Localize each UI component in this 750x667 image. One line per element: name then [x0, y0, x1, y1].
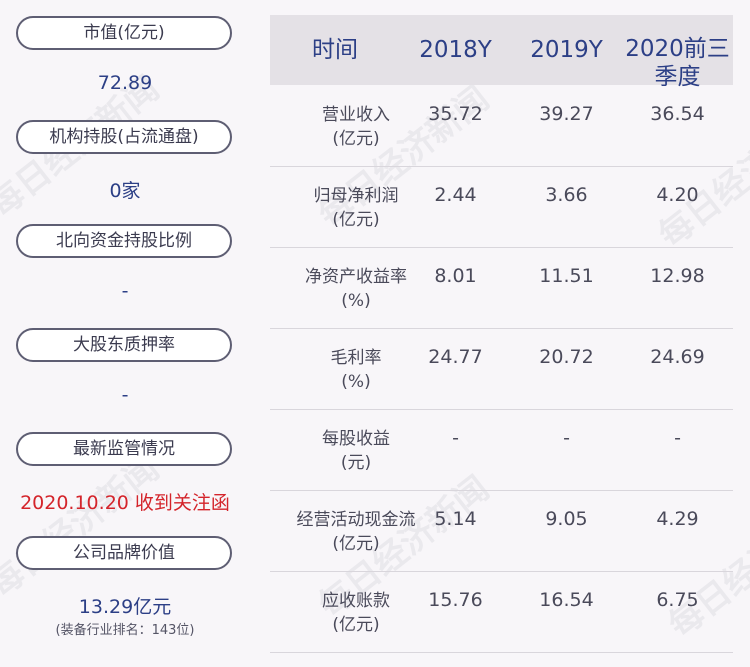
cell-2020q3: 6.75	[656, 589, 699, 611]
table-row: 毛利率 (%) 24.77 20.72 24.69	[270, 328, 733, 410]
table-row: 应收账款 (亿元) 15.76 16.54 6.75	[270, 571, 733, 653]
header-2020q3: 2020前三季度	[625, 36, 730, 90]
cell-2019: 9.05	[545, 508, 588, 530]
header-2019: 2019Y	[530, 37, 603, 63]
cell-2020q3: 4.20	[656, 184, 699, 206]
pledge-rate-label: 大股东质押率	[16, 328, 232, 362]
table-row: 归母净利润 (亿元) 2.44 3.66 4.20	[270, 166, 733, 248]
cell-2018: -	[452, 427, 459, 449]
table-row: 净资产收益率 (%) 8.01 11.51 12.98	[270, 247, 733, 329]
cell-2020q3: 36.54	[650, 103, 705, 125]
header-2018: 2018Y	[419, 37, 492, 63]
cell-2020q3: 24.69	[650, 346, 705, 368]
header-time: 时间	[312, 37, 358, 63]
institutional-holding-label: 机构持股(占流通盘)	[16, 120, 232, 154]
cell-2018: 35.72	[428, 103, 483, 125]
market-cap-label: 市值(亿元)	[16, 16, 232, 50]
cell-2019: 39.27	[539, 103, 594, 125]
institutional-holding-value: 0家	[109, 180, 141, 202]
cell-2020q3: 4.29	[656, 508, 699, 530]
brand-value-label: 公司品牌价值	[16, 536, 232, 570]
summary-panel: 市值(亿元) 72.89 机构持股(占流通盘) 0家 北向资金持股比例 - 大股…	[0, 0, 250, 667]
table-header: 时间 2018Y 2019Y 2020前三季度	[270, 15, 733, 90]
cell-2018: 15.76	[428, 589, 483, 611]
brand-value-value: 13.29亿元	[78, 596, 172, 618]
cell-2019: 3.66	[545, 184, 588, 206]
cell-2018: 8.01	[434, 265, 477, 287]
table-row: 每股收益 (元) - - -	[270, 409, 733, 491]
cell-2019: 20.72	[539, 346, 594, 368]
pledge-rate-value: -	[121, 384, 129, 406]
northbound-ratio-value: -	[121, 280, 129, 302]
market-cap-value: 72.89	[97, 72, 153, 94]
brand-rank-note: (装备行业排名：143位)	[55, 623, 195, 638]
cell-2018: 5.14	[434, 508, 477, 530]
northbound-ratio-label: 北向资金持股比例	[16, 224, 232, 258]
regulatory-status-label: 最新监管情况	[16, 432, 232, 466]
table-row: 营业收入 (亿元) 35.72 39.27 36.54	[270, 85, 733, 167]
cell-2020q3: 12.98	[650, 265, 705, 287]
cell-2019: 11.51	[539, 265, 594, 287]
cell-2018: 24.77	[428, 346, 483, 368]
table-row: 经营活动现金流 (亿元) 5.14 9.05 4.29	[270, 490, 733, 572]
cell-2020q3: -	[674, 427, 681, 449]
cell-2019: 16.54	[539, 589, 594, 611]
cell-2019: -	[563, 427, 570, 449]
cell-2018: 2.44	[434, 184, 477, 206]
regulatory-status-value: 2020.10.20 收到关注函	[20, 492, 230, 514]
